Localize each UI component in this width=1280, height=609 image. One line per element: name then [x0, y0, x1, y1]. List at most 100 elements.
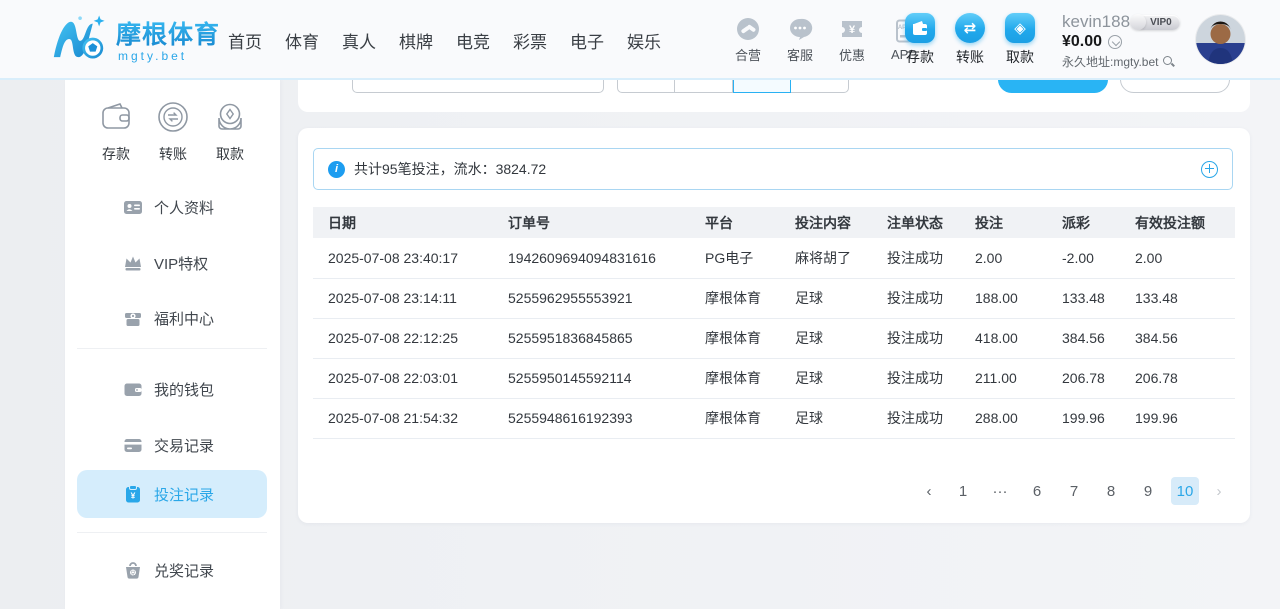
date-range-input[interactable] — [352, 80, 604, 93]
cell-valid: 384.56 — [1135, 318, 1235, 358]
cell-content: 足球 — [795, 278, 887, 318]
cell-payout: 206.78 — [1062, 358, 1135, 398]
cell-order: 1942609694094831616 — [508, 238, 705, 278]
cell-payout: 133.48 — [1062, 278, 1135, 318]
info-icon: i — [328, 161, 345, 178]
transfer-button[interactable]: ⇄ 转账 — [955, 13, 985, 67]
partner-button[interactable]: 合营 — [728, 16, 768, 64]
nav-item-cards[interactable]: 棋牌 — [399, 28, 433, 53]
sidebar-transfer-button[interactable]: 转账 — [148, 94, 198, 164]
wallet-icon — [122, 378, 144, 400]
col-header-valid: 有效投注额 — [1135, 207, 1235, 238]
svg-text:¥: ¥ — [131, 491, 136, 501]
bet-records-table: 日期 订单号 平台 投注内容 注单状态 投注 派彩 有效投注额 2025-07-… — [313, 207, 1235, 439]
nav-item-live[interactable]: 真人 — [342, 28, 376, 53]
nav-item-entertainment[interactable]: 娱乐 — [627, 28, 661, 53]
sidebar-item-welfare[interactable]: 福利中心 — [77, 301, 267, 335]
nav-item-lottery[interactable]: 彩票 — [513, 28, 547, 53]
account-sidebar: 存款 转账 取款 个人资料 VIP特权 福利中心 — [65, 80, 280, 609]
cell-date: 2025-07-08 23:14:11 — [313, 278, 508, 318]
table-row: 2025-07-08 21:54:32 5255948616192393 摩根体… — [313, 398, 1235, 438]
cell-status: 投注成功 — [887, 398, 975, 438]
col-header-bet: 投注 — [975, 207, 1062, 238]
summary-text: 共计95笔投注，流水：3824.72 — [354, 159, 546, 179]
summary-alert: i 共计95笔投注，流水：3824.72 — [313, 148, 1233, 190]
user-avatar[interactable] — [1196, 15, 1245, 64]
nav-item-home[interactable]: 首页 — [228, 28, 262, 53]
wallet-outline-icon — [99, 94, 133, 140]
reset-button[interactable] — [1120, 80, 1230, 93]
main-nav: 首页 体育 真人 棋牌 电竞 彩票 电子 娱乐 — [228, 0, 661, 80]
filter-bar — [298, 80, 1250, 112]
sidebar-item-bet-records[interactable]: ¥ 投注记录 — [77, 470, 267, 518]
page-button-7[interactable]: 7 — [1060, 477, 1088, 505]
col-header-date: 日期 — [313, 207, 508, 238]
page-button-8[interactable]: 8 — [1097, 477, 1125, 505]
customer-service-button[interactable]: 客服 — [780, 16, 820, 64]
svg-text:兑: 兑 — [130, 569, 136, 577]
sidebar-item-wallet[interactable]: 我的钱包 — [77, 372, 267, 406]
page-button-9[interactable]: 9 — [1134, 477, 1162, 505]
next-page-icon[interactable]: › — [1208, 483, 1230, 500]
search-icon[interactable] — [1162, 55, 1175, 68]
sidebar-item-profile[interactable]: 个人资料 — [77, 190, 267, 224]
col-header-content: 投注内容 — [795, 207, 887, 238]
cell-status: 投注成功 — [887, 358, 975, 398]
cell-bet: 288.00 — [975, 398, 1062, 438]
segment-button[interactable] — [617, 80, 675, 93]
segment-button-selected[interactable] — [733, 80, 791, 93]
deposit-button[interactable]: 存款 — [905, 13, 935, 67]
col-header-payout: 派彩 — [1062, 207, 1135, 238]
segment-button[interactable] — [675, 80, 733, 93]
segment-button[interactable] — [791, 80, 849, 93]
sidebar-item-transactions[interactable]: 交易记录 — [77, 428, 267, 462]
cell-status: 投注成功 — [887, 238, 975, 278]
vip-level-badge: VIP0 — [1136, 15, 1180, 30]
sidebar-item-prize-records[interactable]: 兑 兑奖记录 — [77, 553, 267, 587]
cell-bet: 188.00 — [975, 278, 1062, 318]
user-info: kevin188 VIP0 ¥0.00 永久地址:mgty.bet — [1062, 12, 1192, 70]
balance-amount: ¥0.00 — [1062, 33, 1102, 51]
table-row: 2025-07-08 22:12:25 5255951836845865 摩根体… — [313, 318, 1235, 358]
search-submit-button[interactable] — [998, 80, 1108, 93]
sidebar-item-vip[interactable]: VIP特权 — [77, 246, 267, 280]
nav-item-esports[interactable]: 电竞 — [456, 28, 490, 53]
cell-valid: 133.48 — [1135, 278, 1235, 318]
table-row: 2025-07-08 23:14:11 5255962955553921 摩根体… — [313, 278, 1235, 318]
prize-basket-icon: 兑 — [122, 559, 144, 581]
username[interactable]: kevin188 — [1062, 12, 1130, 32]
cell-bet: 418.00 — [975, 318, 1062, 358]
withdraw-button[interactable]: ◈ 取款 — [1005, 13, 1035, 67]
id-card-icon — [122, 196, 144, 218]
brand-logo[interactable]: 摩根体育 mgty.bet — [52, 12, 220, 71]
promotions-button[interactable]: ¥ 优惠 — [832, 16, 872, 64]
header-tools: 合营 客服 ¥ 优惠 APP APP — [728, 0, 924, 80]
coupon-yuan-icon: ¥ — [839, 16, 865, 42]
plus-circle-icon[interactable] — [1201, 161, 1218, 178]
cell-valid: 206.78 — [1135, 358, 1235, 398]
page-button-6[interactable]: 6 — [1023, 477, 1051, 505]
prev-page-icon[interactable]: ‹ — [918, 483, 940, 500]
page-button-10-active[interactable]: 10 — [1171, 477, 1199, 505]
sidebar-shortcuts: 存款 转账 取款 — [91, 94, 255, 164]
sidebar-withdraw-button[interactable]: 取款 — [205, 94, 255, 164]
page-button-1[interactable]: 1 — [949, 477, 977, 505]
cell-date: 2025-07-08 21:54:32 — [313, 398, 508, 438]
nav-item-slots[interactable]: 电子 — [570, 28, 604, 53]
cell-status: 投注成功 — [887, 278, 975, 318]
cell-platform: 摩根体育 — [705, 398, 795, 438]
nav-item-sports[interactable]: 体育 — [285, 28, 319, 53]
sidebar-divider — [77, 532, 267, 533]
table-row: 2025-07-08 22:03:01 5255950145592114 摩根体… — [313, 358, 1235, 398]
transfer-circle-icon — [156, 94, 190, 140]
cell-valid: 2.00 — [1135, 238, 1235, 278]
chat-bubble-icon — [787, 16, 813, 42]
top-header: 摩根体育 mgty.bet 首页 体育 真人 棋牌 电竞 彩票 电子 娱乐 合营… — [0, 0, 1280, 80]
cell-content: 足球 — [795, 318, 887, 358]
sidebar-deposit-button[interactable]: 存款 — [91, 94, 141, 164]
page-ellipsis[interactable]: ··· — [986, 477, 1014, 505]
balance-toggle-icon[interactable] — [1108, 35, 1122, 49]
cell-status: 投注成功 — [887, 318, 975, 358]
cell-order: 5255948616192393 — [508, 398, 705, 438]
cell-platform: 摩根体育 — [705, 278, 795, 318]
